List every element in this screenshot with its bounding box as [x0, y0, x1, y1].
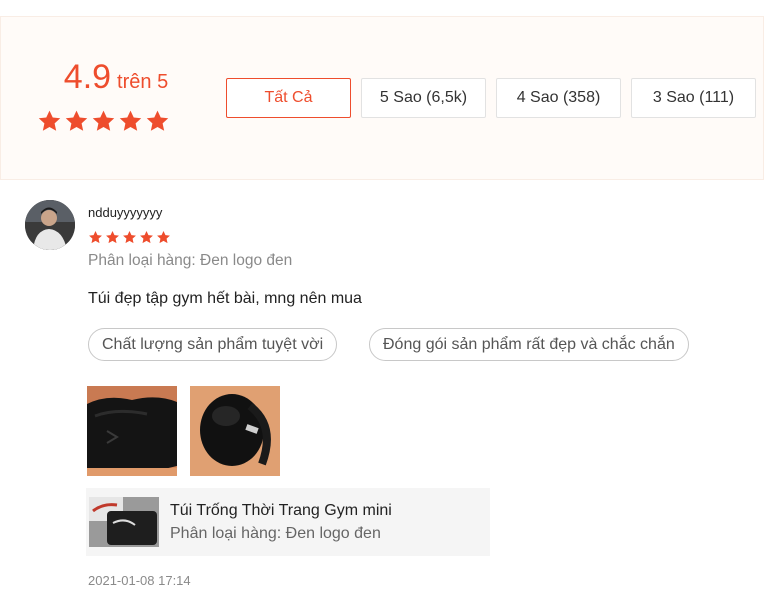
review-comment: Túi đẹp tập gym hết bài, mng nên mua [88, 290, 362, 307]
review-stars [88, 230, 171, 245]
avatar[interactable] [25, 200, 75, 250]
star-icon [92, 110, 115, 131]
product-name: Túi Trống Thời Trang Gym mini [170, 502, 392, 519]
star-icon [106, 230, 119, 244]
rating-score-value: 4.9 [63, 58, 112, 96]
review-photo-2[interactable] [190, 386, 280, 476]
star-icon [123, 230, 136, 244]
filter-5-star-button[interactable]: 5 Sao (6,5k) [361, 78, 486, 118]
star-icon [146, 110, 169, 131]
review-timestamp: 2021-01-08 17:14 [88, 573, 191, 588]
star-icon [140, 230, 153, 244]
product-image-icon [89, 497, 159, 547]
star-icon [157, 230, 170, 244]
product-card[interactable]: Túi Trống Thời Trang Gym mini Phân loại … [86, 488, 490, 556]
review-photo-1[interactable] [87, 386, 177, 476]
star-icon [38, 110, 61, 131]
filter-3-star-button[interactable]: 3 Sao (111) [631, 78, 756, 118]
review-username[interactable]: ndduyyyyyyy [88, 205, 162, 220]
filter-all-button[interactable]: Tất Cả [226, 78, 351, 118]
product-thumbnail [89, 497, 159, 547]
star-icon [119, 110, 142, 131]
product-variation: Phân loại hàng: Đen logo đen [170, 525, 381, 542]
rating-out-of: trên 5 [117, 71, 169, 93]
review-tag-quality[interactable]: Chất lượng sản phẩm tuyệt vời [88, 328, 338, 361]
bag-photo-icon [190, 386, 280, 476]
rating-score: 4.9 trên 5 [36, 58, 196, 97]
user-photo-icon [25, 200, 75, 250]
filter-4-star-button[interactable]: 4 Sao (358) [496, 78, 621, 118]
star-icon [89, 230, 102, 244]
review-tag-packaging[interactable]: Đóng gói sản phẩm rất đẹp và chắc chắn [369, 328, 689, 361]
star-icon [65, 110, 88, 131]
bag-photo-icon [87, 386, 177, 476]
rating-stars [37, 109, 170, 134]
review-variation: Phân loại hàng: Đen logo đen [88, 252, 293, 269]
